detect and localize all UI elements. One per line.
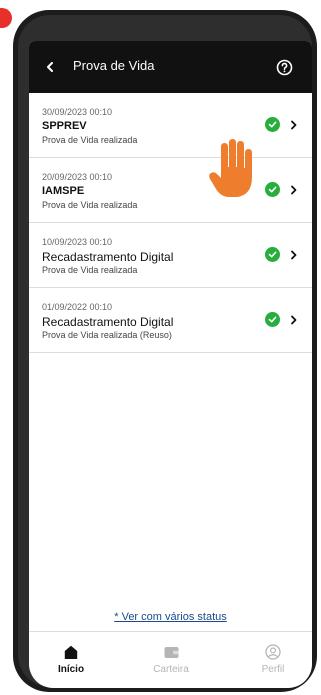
check-circle-icon <box>265 247 280 262</box>
hand-icon <box>209 139 252 197</box>
item-status: Prova de Vida realizada <box>42 200 138 210</box>
nav-profile[interactable]: Perfil <box>243 644 303 675</box>
phone-bezel: Prova de Vida 30/09/2023 00:10 SPPREV Pr… <box>18 15 312 688</box>
list-item[interactable]: 30/09/2023 00:10 SPPREV Prova de Vida re… <box>29 93 312 158</box>
list-item[interactable]: 10/09/2023 00:10 Recadastramento Digital… <box>29 223 312 288</box>
proof-of-life-list: 30/09/2023 00:10 SPPREV Prova de Vida re… <box>29 93 312 353</box>
back-button[interactable] <box>39 56 61 78</box>
check-circle-icon <box>265 182 280 197</box>
check-circle-icon <box>265 312 280 327</box>
nav-wallet-label: Carteira <box>153 664 189 675</box>
page-title: Prova de Vida <box>73 58 155 73</box>
chevron-right-icon[interactable] <box>287 313 299 327</box>
home-icon <box>63 644 79 660</box>
bottom-nav: Início Carteira Perfil <box>29 631 312 688</box>
nav-wallet[interactable]: Carteira <box>141 644 201 675</box>
see-multiple-status-link[interactable]: * Ver com vários status <box>29 611 312 623</box>
help-circle-icon <box>276 59 292 75</box>
chevron-left-icon <box>47 62 53 72</box>
item-title: SPPREV <box>42 120 87 132</box>
nav-profile-label: Perfil <box>261 664 285 675</box>
item-title: IAMSPE <box>42 185 85 197</box>
chevron-right-icon[interactable] <box>287 248 299 262</box>
chevron-right-icon[interactable] <box>287 118 299 132</box>
wallet-icon <box>163 644 179 660</box>
list-item[interactable]: 01/09/2022 00:10 Recadastramento Digital… <box>29 288 312 353</box>
nav-home-label: Início <box>57 664 85 675</box>
check-circle-icon <box>265 117 280 132</box>
item-date: 30/09/2023 00:10 <box>42 107 113 117</box>
chevron-right-icon[interactable] <box>287 183 299 197</box>
phone-frame: Prova de Vida 30/09/2023 00:10 SPPREV Pr… <box>13 10 317 692</box>
list-item[interactable]: 20/09/2023 00:10 IAMSPE Prova de Vida re… <box>29 158 312 223</box>
app-screen: Prova de Vida 30/09/2023 00:10 SPPREV Pr… <box>29 41 312 688</box>
user-circle-icon <box>265 644 281 660</box>
help-button[interactable] <box>273 56 295 78</box>
item-title: Recadastramento Digital <box>42 315 174 329</box>
item-date: 20/09/2023 00:10 <box>42 172 113 182</box>
app-header: Prova de Vida <box>29 41 312 93</box>
item-date: 01/09/2022 00:10 <box>42 302 113 312</box>
item-status: Prova de Vida realizada <box>42 135 138 145</box>
page: Prova de Vida 30/09/2023 00:10 SPPREV Pr… <box>0 0 321 695</box>
item-date: 10/09/2023 00:10 <box>42 237 113 247</box>
item-status: Prova de Vida realizada (Reuso) <box>42 330 172 340</box>
item-title: Recadastramento Digital <box>42 250 174 264</box>
item-status: Prova de Vida realizada <box>42 265 138 275</box>
nav-home[interactable]: Início <box>41 644 101 675</box>
red-marker <box>0 8 12 28</box>
